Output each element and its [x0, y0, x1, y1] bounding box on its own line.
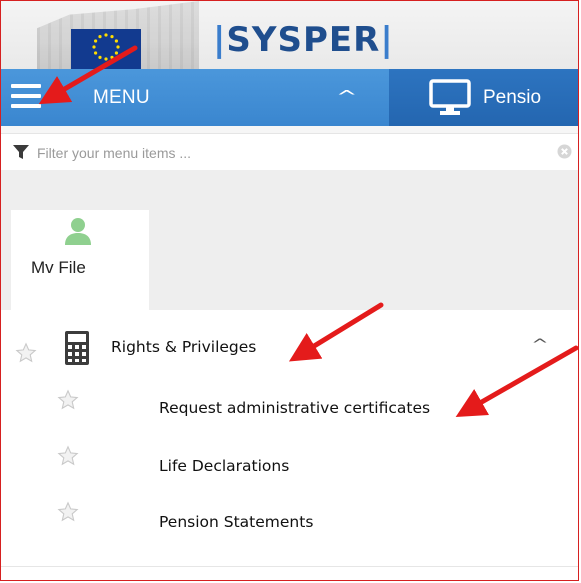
menu-toggle-label[interactable]: MENU [93, 87, 150, 109]
filter-input[interactable] [35, 139, 519, 167]
menu-item-request-certificates[interactable]: Request administrative certificates [159, 399, 430, 417]
menu-group-rights-privileges[interactable]: Rights & Privileges [111, 338, 256, 356]
brand-name: SYSPER [226, 20, 381, 60]
star-icon[interactable] [57, 445, 79, 467]
chevron-up-icon[interactable]: ^ [336, 87, 357, 106]
chevron-up-icon[interactable]: ^ [531, 337, 549, 353]
menu-item-life-declarations[interactable]: Life Declarations [159, 457, 289, 475]
app-window: |SYSPER| MENU ^ Pensio Filter your menu … [0, 0, 579, 581]
app-logo-text: |SYSPER| [213, 22, 394, 58]
clear-filter-icon[interactable] [557, 144, 572, 159]
app-header: |SYSPER| [1, 1, 578, 69]
filter-row [1, 126, 578, 170]
brand-bar-right: | [380, 20, 394, 60]
tabs-area: Mv File [1, 170, 578, 310]
filter-box [1, 133, 578, 170]
star-icon[interactable] [15, 342, 37, 364]
divider [1, 566, 578, 567]
menu-bar: MENU ^ [1, 69, 389, 126]
brand-bar-left: | [213, 20, 227, 60]
tab-my-file[interactable]: Mv File [11, 210, 149, 310]
tab-my-file-label: Mv File [31, 258, 86, 277]
calculator-icon [65, 331, 89, 365]
menu-item-pension-statements[interactable]: Pension Statements [159, 513, 313, 531]
funnel-icon [13, 145, 29, 159]
person-icon [65, 218, 91, 245]
pension-tab-label: Pensio [483, 87, 542, 108]
star-icon[interactable] [57, 501, 79, 523]
hamburger-icon[interactable] [11, 84, 41, 110]
monitor-icon [429, 79, 471, 115]
pension-tab[interactable]: Pensio [389, 69, 578, 126]
eu-flag-logo [71, 29, 141, 69]
star-icon[interactable] [57, 389, 79, 411]
